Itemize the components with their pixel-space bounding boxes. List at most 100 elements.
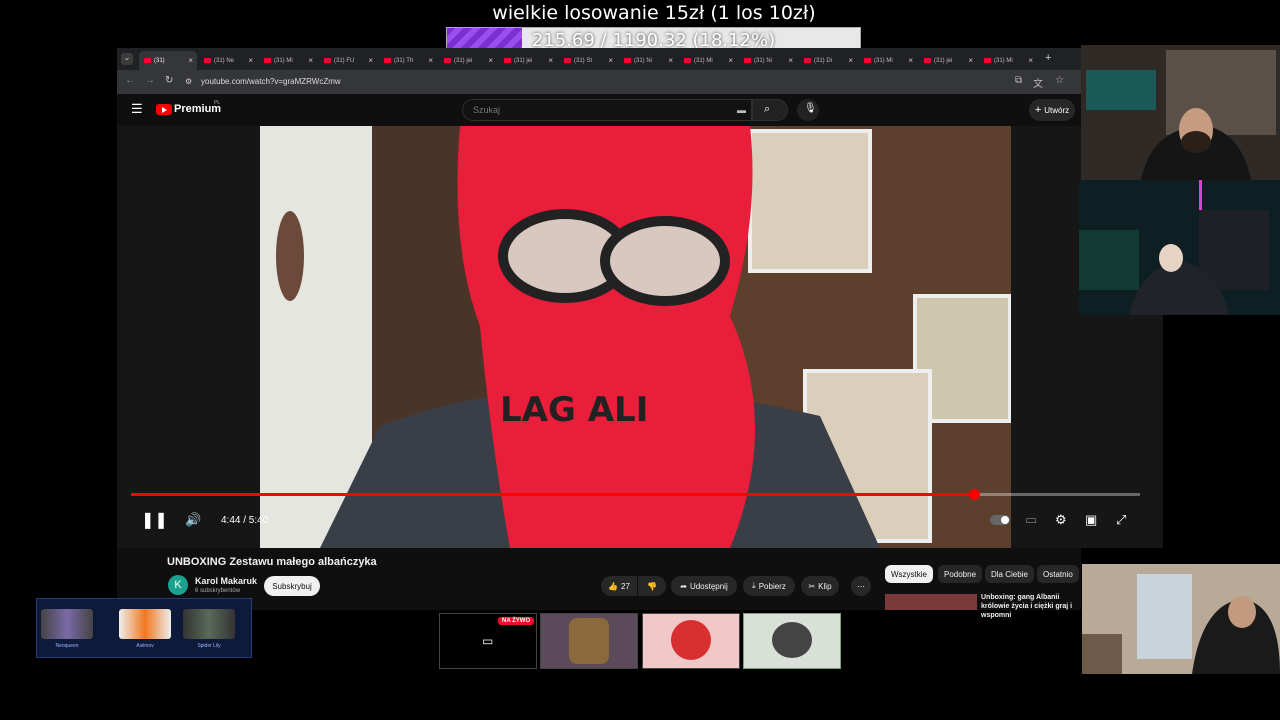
channel-avatar[interactable]: K bbox=[168, 575, 188, 595]
chip-recent[interactable]: Ostatnio bbox=[1037, 565, 1079, 583]
video-player[interactable]: LAG ALI ❚❚ 🔊 4:44 / 5:40 ▭ ⚙ ▣ ⤢ bbox=[117, 126, 1163, 548]
video-frame[interactable]: LAG ALI bbox=[260, 126, 1011, 548]
browser-tab[interactable]: (31) jei × bbox=[919, 51, 977, 70]
settings-icon[interactable]: ⚙ bbox=[1055, 512, 1067, 528]
video-title: UNBOXING Zestawu małego albańczyka bbox=[167, 556, 377, 568]
browser-tab[interactable]: (31) Mi × bbox=[259, 51, 317, 70]
close-tab-icon[interactable]: × bbox=[248, 56, 253, 65]
close-tab-icon[interactable]: × bbox=[188, 56, 193, 65]
browser-tab[interactable]: (31) Mi × bbox=[679, 51, 737, 70]
dislike-button[interactable]: 👎 bbox=[638, 576, 666, 596]
menu-icon[interactable]: ☰ bbox=[131, 101, 143, 117]
browser-tab[interactable]: (31) Mi × bbox=[979, 51, 1037, 70]
tab-label: (31) Mi bbox=[274, 57, 293, 64]
close-tab-icon[interactable]: × bbox=[608, 56, 613, 65]
like-count: 27 bbox=[621, 581, 630, 591]
close-tab-icon[interactable]: × bbox=[728, 56, 733, 65]
share-label: Udostępnij bbox=[689, 581, 728, 591]
browser-tab[interactable]: (31) Mi × bbox=[859, 51, 917, 70]
close-tab-icon[interactable]: × bbox=[848, 56, 853, 65]
clip-button[interactable]: ✂ Klip bbox=[801, 576, 839, 596]
chip-all[interactable]: Wszystkie bbox=[885, 565, 933, 583]
share-button[interactable]: ➦ Udostępnij bbox=[671, 576, 737, 596]
seek-handle[interactable] bbox=[968, 489, 980, 500]
close-tab-icon[interactable]: × bbox=[368, 56, 373, 65]
subscribe-button[interactable]: Subskrybuj bbox=[264, 576, 320, 596]
viewer-avatar-panel bbox=[743, 613, 841, 669]
fullscreen-icon[interactable]: ⤢ bbox=[1116, 512, 1126, 528]
viewer-avatar-panel bbox=[540, 613, 638, 669]
browser-tab[interactable]: (31) Ni × bbox=[739, 51, 797, 70]
close-tab-icon[interactable]: × bbox=[788, 56, 793, 65]
like-button[interactable]: 👍 27 bbox=[601, 576, 637, 596]
browser-tab[interactable]: (31) FU × bbox=[319, 51, 377, 70]
seek-bar[interactable] bbox=[131, 489, 1140, 500]
recommended-title[interactable]: Unboxing: gang Albanii królowie życia i … bbox=[981, 593, 1081, 620]
close-tab-icon[interactable]: × bbox=[308, 56, 313, 65]
live-badge: NA ŻYWO bbox=[498, 617, 535, 625]
close-tab-icon[interactable]: × bbox=[908, 56, 913, 65]
close-tab-icon[interactable]: × bbox=[548, 56, 553, 65]
youtube-favicon-icon bbox=[744, 58, 751, 63]
tab-label: (31) FU bbox=[334, 57, 355, 64]
browser-tab[interactable]: (31) St × bbox=[559, 51, 617, 70]
create-button[interactable]: + Utwórz bbox=[1029, 99, 1075, 121]
forward-icon[interactable]: → bbox=[145, 75, 155, 86]
svg-text:LAG ALI: LAG ALI bbox=[500, 390, 648, 430]
reload-icon[interactable]: ↻ bbox=[165, 75, 173, 86]
browser-tab[interactable]: (31) jei × bbox=[499, 51, 557, 70]
youtube-favicon-icon bbox=[564, 58, 571, 63]
browser-tab[interactable]: (31) Ne × bbox=[199, 51, 257, 70]
browser-tab[interactable]: (31) Di × bbox=[799, 51, 857, 70]
youtube-logo-icon[interactable] bbox=[156, 104, 172, 115]
back-icon[interactable]: ← bbox=[125, 75, 135, 86]
skin-name: Asiimov bbox=[136, 643, 154, 649]
browser-tab[interactable]: (31) jei × bbox=[439, 51, 497, 70]
channel-initial: K bbox=[174, 579, 182, 591]
voice-search-button[interactable]: 🎙 bbox=[797, 99, 819, 121]
browser-tab[interactable]: (31) Th × bbox=[379, 51, 437, 70]
tv-icon: ▭ bbox=[482, 634, 494, 648]
chip-for-you[interactable]: Dla Ciebie bbox=[985, 565, 1034, 583]
translate-icon[interactable]: 文 bbox=[1033, 75, 1043, 90]
bookmark-star-icon[interactable]: ☆ bbox=[1055, 75, 1064, 86]
keyboard-icon[interactable]: ▬ bbox=[737, 105, 746, 115]
site-info-icon[interactable]: ⚙ bbox=[185, 77, 192, 86]
tab-search-icon[interactable]: ⌄ bbox=[121, 53, 133, 65]
skin-name: Spider Lily bbox=[197, 643, 221, 649]
search-button[interactable]: ⌕ bbox=[752, 99, 788, 121]
close-tab-icon[interactable]: × bbox=[428, 56, 433, 65]
tab-strip: ⌄ (31) × (31) Ne × (31) Mi × (31) FU × (31) Th ×(… bbox=[117, 48, 1081, 70]
miniplayer-icon[interactable]: ▣ bbox=[1085, 512, 1097, 528]
download-label: Pobierz bbox=[758, 581, 786, 591]
youtube-favicon-icon bbox=[324, 58, 331, 63]
tab-label: (31) St bbox=[574, 57, 593, 64]
autoplay-toggle[interactable] bbox=[990, 515, 1010, 525]
close-tab-icon[interactable]: × bbox=[1028, 56, 1033, 65]
subtitles-icon[interactable]: ▭ bbox=[1025, 512, 1037, 528]
volume-icon[interactable]: 🔊 bbox=[185, 512, 201, 528]
chip-related[interactable]: Podobne bbox=[938, 565, 983, 583]
recommended-thumbnail[interactable] bbox=[885, 594, 977, 610]
youtube-favicon-icon bbox=[144, 58, 151, 63]
pause-icon[interactable]: ❚❚ bbox=[141, 510, 168, 530]
tab-label: (31) Ne bbox=[214, 57, 235, 64]
chip-label: Ostatnio bbox=[1043, 569, 1073, 579]
search-input[interactable]: Szukaj ▬ bbox=[462, 99, 752, 121]
avatar bbox=[569, 618, 609, 664]
install-icon[interactable]: ⧉ bbox=[1015, 75, 1022, 86]
browser-tab[interactable]: (31) × bbox=[139, 51, 197, 70]
close-tab-icon[interactable]: × bbox=[668, 56, 673, 65]
channel-name[interactable]: Karol Makaruk bbox=[195, 576, 257, 586]
download-button[interactable]: ⤓ Pobierz bbox=[743, 576, 795, 596]
clip-label: Klip bbox=[818, 581, 832, 591]
thumbs-up-icon: 👍 bbox=[608, 581, 619, 591]
browser-tab[interactable]: (31) Ni × bbox=[619, 51, 677, 70]
url-field[interactable]: youtube.com/watch?v=graMZRWcZmw bbox=[201, 77, 341, 86]
more-actions-button[interactable]: ⋯ bbox=[851, 576, 871, 596]
close-tab-icon[interactable]: × bbox=[488, 56, 493, 65]
new-tab-icon[interactable]: + bbox=[1045, 52, 1051, 64]
close-tab-icon[interactable]: × bbox=[968, 56, 973, 65]
tab-label: (31) Mi bbox=[874, 57, 893, 64]
subscribe-label: Subskrybuj bbox=[272, 581, 312, 591]
